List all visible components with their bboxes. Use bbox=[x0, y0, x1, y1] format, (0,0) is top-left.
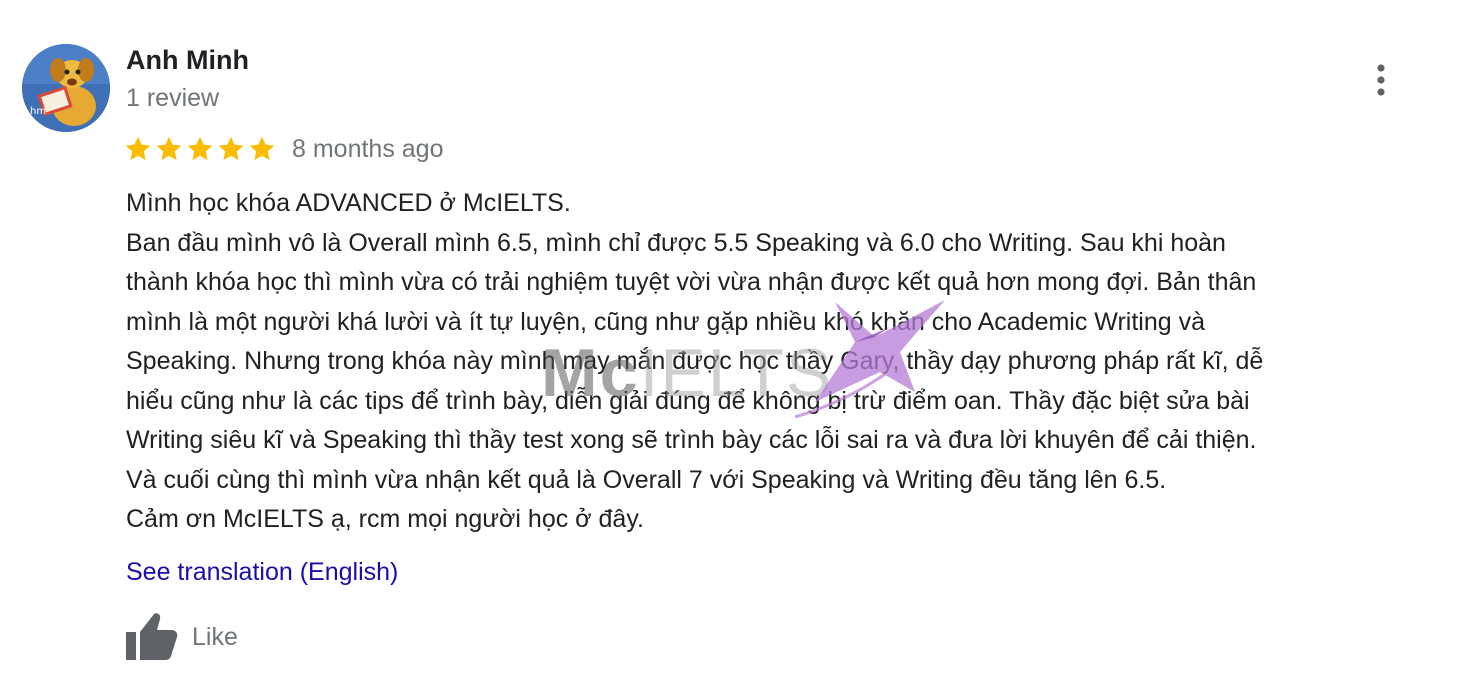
review-text-line: Và cuối cùng thì mình vừa nhận kết quả l… bbox=[126, 465, 1167, 494]
thumbs-up-icon bbox=[126, 613, 178, 660]
dog-reading-book-avatar: hm bbox=[22, 44, 110, 132]
see-translation-link[interactable]: See translation (English) bbox=[126, 558, 398, 587]
svg-text:hm: hm bbox=[30, 106, 46, 117]
review-text-line: Speaking. Nhưng trong khóa này mình may … bbox=[126, 347, 1264, 375]
star-icon bbox=[218, 136, 244, 161]
review-text-line: Ban đầu mình vô là Overall mình 6.5, mìn… bbox=[126, 228, 1226, 257]
reviewer-name[interactable]: Anh Minh bbox=[126, 45, 249, 76]
review-card: hm Anh Minh 1 review 8 months ago Mình h… bbox=[0, 0, 1480, 698]
review-text-line: Cảm ơn McIELTS ạ, rcm mọi người học ở đâ… bbox=[126, 505, 644, 533]
more-options-button[interactable] bbox=[1362, 58, 1400, 102]
star-icon bbox=[125, 136, 151, 161]
review-text-line: Writing siêu kĩ và Speaking thì thầy tes… bbox=[126, 426, 1257, 454]
reviewer-avatar[interactable]: hm bbox=[22, 44, 110, 132]
rating-row: 8 months ago bbox=[124, 131, 444, 167]
like-label: Like bbox=[192, 622, 238, 651]
star-icon bbox=[156, 136, 182, 161]
review-text-line: mình là một người khá lười và ít tự luyệ… bbox=[126, 307, 1205, 336]
review-text-line: thành khóa học thì mình vừa có trải nghi… bbox=[126, 268, 1257, 296]
like-button[interactable]: Like bbox=[124, 612, 238, 662]
star-icon bbox=[249, 136, 275, 161]
review-text-line: Mình học khóa ADVANCED ở McIELTS. bbox=[126, 189, 571, 217]
review-text-line: hiểu cũng như là các tips để trình bày, … bbox=[126, 386, 1250, 415]
reviewer-review-count: 1 review bbox=[126, 84, 220, 112]
star-icon bbox=[187, 136, 213, 161]
star-rating bbox=[124, 135, 276, 163]
more-vert-icon bbox=[1377, 64, 1385, 96]
review-timestamp: 8 months ago bbox=[292, 134, 444, 163]
review-body: Mình học khóa ADVANCED ở McIELTS. Ban đầu… bbox=[126, 184, 1456, 540]
